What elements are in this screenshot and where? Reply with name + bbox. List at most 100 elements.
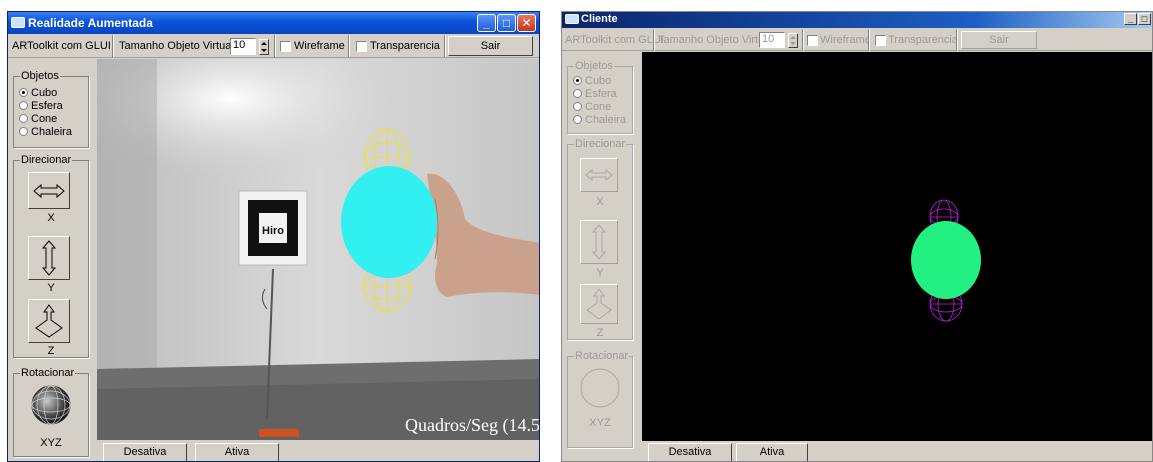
app-icon [565, 14, 579, 24]
radio-dot [573, 76, 582, 85]
direcionar-title: Direcionar [574, 138, 627, 150]
transparencia-label: Transparencia [888, 34, 958, 46]
radio-esfera[interactable]: Esfera [19, 100, 63, 112]
sair-button[interactable]: Sair [448, 36, 533, 56]
horizontal-arrow-icon [585, 168, 613, 182]
ativa-button[interactable]: Ativa [195, 443, 279, 461]
separator [868, 29, 870, 51]
direcionar-y-button[interactable] [580, 220, 618, 264]
axis-z-label: Z [47, 345, 55, 357]
bottom-bar: Desativa Ativa [642, 441, 1152, 461]
separator [444, 35, 446, 57]
horizontal-arrow-icon [33, 183, 65, 198]
wireframe-label: Wireframe [294, 40, 345, 52]
control-sidebar: Objetos Cubo Esfera Cone Chaleira Direci… [562, 52, 642, 461]
desativa-button[interactable]: Desativa [103, 443, 187, 461]
radio-label: Cone [31, 113, 58, 125]
radio-dot [573, 102, 582, 111]
artoolkit-label: ARToolkit com GLUI [565, 34, 664, 46]
depth-arrow-icon [586, 288, 612, 320]
radio-chaleira[interactable]: Chaleira [573, 114, 626, 126]
minimize-button[interactable]: _ [1124, 13, 1137, 25]
minimize-button[interactable]: _ [477, 14, 496, 32]
rotacionar-title: Rotacionar [20, 367, 76, 379]
direcionar-z-button[interactable] [580, 284, 618, 324]
radio-cone[interactable]: Cone [573, 101, 611, 113]
separator [348, 35, 350, 57]
radio-esfera[interactable]: Esfera [573, 88, 617, 100]
maximize-button[interactable]: □ [1138, 13, 1151, 25]
window-title: Cliente [581, 13, 618, 25]
desativa-button[interactable]: Desativa [648, 443, 732, 461]
vertical-arrow-icon [591, 224, 607, 260]
size-input[interactable]: 10 [759, 32, 785, 48]
direcionar-y-button[interactable] [28, 236, 70, 280]
axis-y-label: Y [596, 267, 604, 279]
radio-cubo[interactable]: Cubo [573, 75, 611, 87]
transparencia-checkbox[interactable] [875, 35, 886, 46]
objetos-panel: Objetos Cubo Esfera Cone Chaleira [567, 60, 633, 134]
radio-label: Chaleira [585, 114, 626, 126]
render-scene [911, 199, 981, 322]
radio-dot [19, 127, 28, 136]
radio-chaleira[interactable]: Chaleira [19, 126, 72, 138]
direcionar-x-button[interactable] [580, 158, 618, 192]
vertical-arrow-icon [41, 240, 57, 276]
separator [956, 29, 958, 51]
transparencia-label: Transparencia [370, 40, 440, 52]
size-spinner[interactable] [788, 33, 798, 48]
transparencia-checkbox[interactable] [356, 41, 367, 52]
render-viewport[interactable] [642, 52, 1152, 441]
ativa-button[interactable]: Ativa [736, 443, 808, 461]
size-label: Tamanho Objeto Virtual [119, 40, 234, 52]
radio-label: Cubo [585, 75, 612, 87]
spinner-arrows-icon [790, 36, 796, 45]
radio-dot [573, 115, 582, 124]
separator [802, 29, 804, 51]
direcionar-panel: Direcionar X Y Z [567, 138, 633, 340]
radio-label: Esfera [585, 88, 617, 100]
size-spinner[interactable] [259, 39, 269, 55]
rotation-trackball[interactable] [579, 367, 621, 409]
separator [274, 35, 276, 57]
axis-z-label: Z [596, 327, 604, 339]
wireframe-checkbox[interactable] [280, 41, 291, 52]
window-title: Realidade Aumentada [28, 16, 153, 30]
radio-dot [19, 88, 28, 97]
radio-cubo[interactable]: Cubo [19, 87, 57, 99]
rotacionar-panel: Rotacionar XYZ [567, 350, 633, 448]
axis-x-label: X [596, 196, 604, 208]
radio-label: Cubo [31, 87, 58, 99]
objetos-panel: Objetos Cubo Esfera Cone Chaleira [13, 70, 89, 148]
size-input[interactable]: 10 [230, 38, 256, 55]
bottom-bar: Desativa Ativa [97, 441, 539, 461]
ar-scene: Hiro Quadros/Seg (14.597006) [97, 59, 539, 440]
radio-cone[interactable]: Cone [19, 113, 57, 125]
rotacionar-xyz-label: XYZ [589, 417, 611, 429]
direcionar-x-button[interactable] [28, 172, 70, 209]
direcionar-title: Direcionar [20, 154, 73, 166]
axis-x-label: X [47, 212, 55, 224]
separator [112, 35, 114, 57]
hiro-marker: Hiro [238, 190, 308, 266]
cliente-window: Cliente _ □ ARToolkit com GLUI Tamanho O… [561, 11, 1153, 462]
maximize-button[interactable]: □ [497, 14, 516, 32]
rotation-trackball[interactable] [30, 384, 72, 426]
wireframe-label: Wireframe [820, 34, 871, 46]
toolbar: ARToolkit com GLUI Tamanho Objeto Virtua… [562, 29, 1152, 51]
control-sidebar: Objetos Cubo Esfera Cone Chaleira Direci… [8, 59, 96, 461]
marker-text: Hiro [262, 225, 284, 237]
wireframe-checkbox[interactable] [807, 35, 818, 46]
close-button[interactable]: ✕ [517, 14, 536, 32]
artoolkit-label: ARToolkit com GLUI [12, 40, 111, 52]
sair-button[interactable]: Sair [961, 31, 1037, 49]
title-bar[interactable]: Realidade Aumentada _ □ ✕ [8, 12, 539, 34]
spinner-arrows-icon [261, 42, 267, 52]
title-bar[interactable]: Cliente _ □ [562, 12, 1152, 28]
radio-dot [19, 114, 28, 123]
direcionar-z-button[interactable] [28, 299, 70, 343]
camera-viewport[interactable]: Hiro Quadros/Seg (14.597006) [97, 59, 539, 440]
size-label: Tamanho Objeto Virtual [658, 34, 773, 46]
radio-label: Cone [585, 101, 612, 113]
separator [653, 29, 655, 51]
